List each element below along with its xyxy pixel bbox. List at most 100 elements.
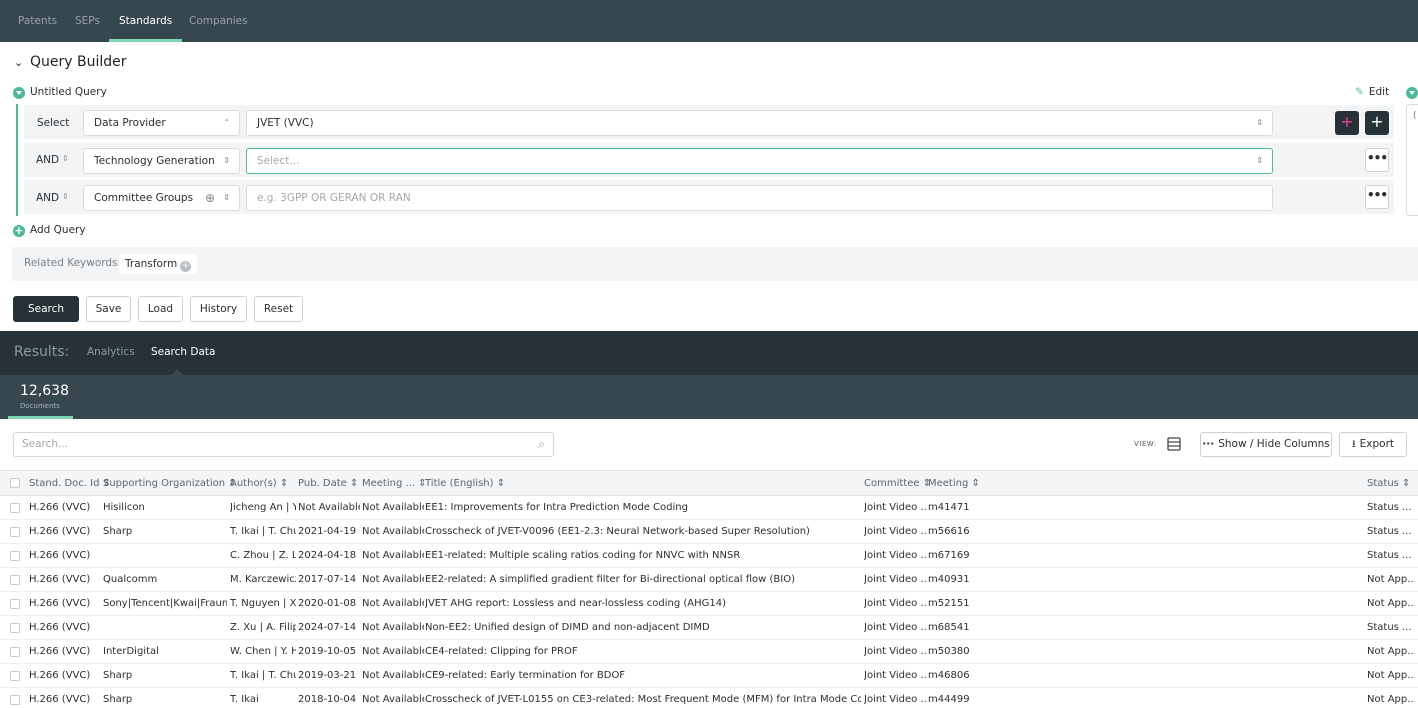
row1-value-select[interactable]: JVET (VVC) ⇕ [246,110,1273,136]
target-icon[interactable]: ⊕ [205,186,215,210]
row-checkbox[interactable] [10,623,20,633]
cell-committee: Joint Video ... [864,502,926,513]
col-committee[interactable]: Committee ⇕ [864,478,931,489]
cell-pub-date: 2017-07-14 [298,574,357,585]
col-pub-date[interactable]: Pub. Date ⇕ [298,478,358,489]
list-view-icon[interactable] [1165,435,1183,453]
cell-title: EE1: Improvements for Intra Prediction M… [425,502,688,513]
cell-committee: Joint Video ... [864,550,926,561]
table-header: Stand. Doc. Id ⇕ Supporting Organization… [0,470,1418,496]
add-keyword-plus-icon[interactable]: + [180,261,192,272]
pencil-icon: ✎ [1355,86,1364,98]
tab-standards[interactable]: Standards [108,0,183,42]
cell-status: Not App... [1367,646,1415,657]
row3-more-button[interactable]: ••• [1365,185,1389,209]
table-row[interactable]: H.266 (VVC) Sharp T. Ikai | T. Chu... 20… [0,664,1418,688]
table-row[interactable]: H.266 (VVC) InterDigital W. Chen | Y. He… [0,640,1418,664]
row3-field-select[interactable]: Committee Groups ⊕ ⇕ [83,185,240,211]
sort-icon: ⇕ [1256,118,1263,127]
table-row[interactable]: H.266 (VVC) C. Zhou | Z. Lv 2024-04-18 N… [0,544,1418,568]
col-stand-doc-id[interactable]: Stand. Doc. Id ⇕ [29,478,111,489]
query-builder-header[interactable]: ⌄ Query Builder [14,54,127,70]
cell-status: Not App... [1367,598,1415,609]
col-meeting-date[interactable]: Meeting ... ⇕ [362,478,427,489]
add-group-plus-icon[interactable]: + [1365,111,1389,135]
cell-pub-date: 2021-04-19 [298,526,357,537]
query-builder-title: Query Builder [30,54,127,70]
row2-operator[interactable]: AND [36,154,59,166]
save-button[interactable]: Save [86,296,131,322]
collapse-panel-icon[interactable] [1406,87,1418,99]
row2-more-button[interactable]: ••• [1365,148,1389,172]
cell-committee: Joint Video ... [864,622,926,633]
cell-meeting: m52151 [928,598,970,609]
row-checkbox[interactable] [10,527,20,537]
cell-doc-id: H.266 (VVC) [29,622,91,633]
cell-pub-date: Not Available [298,502,360,513]
row2-value-select[interactable]: Select... ⇕ [246,148,1273,174]
history-button[interactable]: History [190,296,247,322]
row3-operator[interactable]: AND [36,192,59,204]
results-label: Results: [14,344,70,360]
export-button[interactable]: ⭳ Export [1339,432,1407,457]
keyword-chip[interactable]: Transform + [119,254,198,274]
table-row[interactable]: H.266 (VVC) Qualcomm M. Karczewicz... 20… [0,568,1418,592]
collapse-query-icon[interactable] [13,87,25,99]
table-row[interactable]: H.266 (VVC) Hisilicon Jicheng An | Y... … [0,496,1418,520]
cell-title: CE4-related: Clipping for PROF [425,646,578,657]
sort-icon[interactable]: ⇕ [62,155,69,163]
add-query-link[interactable]: Add Query [30,224,86,236]
chevron-down-icon: ⌄ [14,56,24,69]
show-hide-columns-button[interactable]: ··· Show / Hide Columns [1200,432,1332,457]
cell-doc-id: H.266 (VVC) [29,526,91,537]
row-checkbox[interactable] [10,599,20,609]
cell-meeting-date: Not Available [362,598,424,609]
row1-field-select[interactable]: Data Provider ⌃ [83,110,240,136]
cell-meeting-date: Not Available [362,550,424,561]
ellipsis-icon: ••• [1366,188,1388,202]
cell-authors: W. Chen | Y. He [230,646,296,657]
cell-status: Status ... [1367,526,1412,537]
cell-meeting-date: Not Available [362,670,424,681]
table-row[interactable]: H.266 (VVC) Z. Xu | A. Filip... 2024-07-… [0,616,1418,640]
row-checkbox[interactable] [10,503,20,513]
sort-icon: ⌃ [223,118,230,127]
top-nav: Patents SEPs Standards Companies [0,0,1418,42]
col-status[interactable]: Status ⇕ [1367,478,1410,489]
add-query-plus-icon[interactable]: + [13,225,25,237]
tab-seps[interactable]: SEPs [75,0,100,42]
cell-meeting-date: Not Available [362,646,424,657]
row-checkbox[interactable] [10,647,20,657]
tab-search-data[interactable]: Search Data [151,346,215,358]
select-all-checkbox[interactable] [10,478,20,488]
row-checkbox[interactable] [10,575,20,585]
cell-committee: Joint Video ... [864,574,926,585]
row2-field-select[interactable]: Technology Generation ⇕ [83,148,240,174]
add-rule-plus-icon[interactable]: + [1335,111,1359,135]
download-icon: ⭳ [1351,438,1356,450]
results-search-input[interactable]: Search... ⌕ [13,432,554,457]
tab-companies[interactable]: Companies [189,0,248,42]
col-authors[interactable]: Author(s) ⇕ [230,478,288,489]
row3-value-input[interactable]: e.g. 3GPP OR GERAN OR RAN [246,185,1273,211]
cell-committee: Joint Video ... [864,670,926,681]
col-title[interactable]: Title (English) ⇕ [425,478,505,489]
table-row[interactable]: H.266 (VVC) Sony|Tencent|Kwai|Fraunhofe … [0,592,1418,616]
table-row[interactable]: H.266 (VVC) Sharp T. Ikai | T. Chu... 20… [0,520,1418,544]
sort-icon[interactable]: ⇕ [62,193,69,201]
col-supporting-org[interactable]: Supporting Organization ⇕ [103,478,237,489]
row-checkbox[interactable] [10,551,20,561]
tab-patents[interactable]: Patents [18,0,57,42]
table-row[interactable]: H.266 (VVC) Sharp T. Ikai 2018-10-04 Not… [0,688,1418,708]
sort-icon: ⇕ [223,193,230,202]
tab-analytics[interactable]: Analytics [87,346,135,358]
row-checkbox[interactable] [10,695,20,705]
edit-button[interactable]: ✎ Edit [1355,86,1389,98]
cell-status: Status ... [1367,502,1412,513]
row-checkbox[interactable] [10,671,20,681]
load-button[interactable]: Load [138,296,183,322]
search-button[interactable]: Search [13,296,79,322]
reset-button[interactable]: Reset [254,296,303,322]
col-meeting[interactable]: Meeting ⇕ [928,478,980,489]
cell-status: Status ... [1367,550,1412,561]
